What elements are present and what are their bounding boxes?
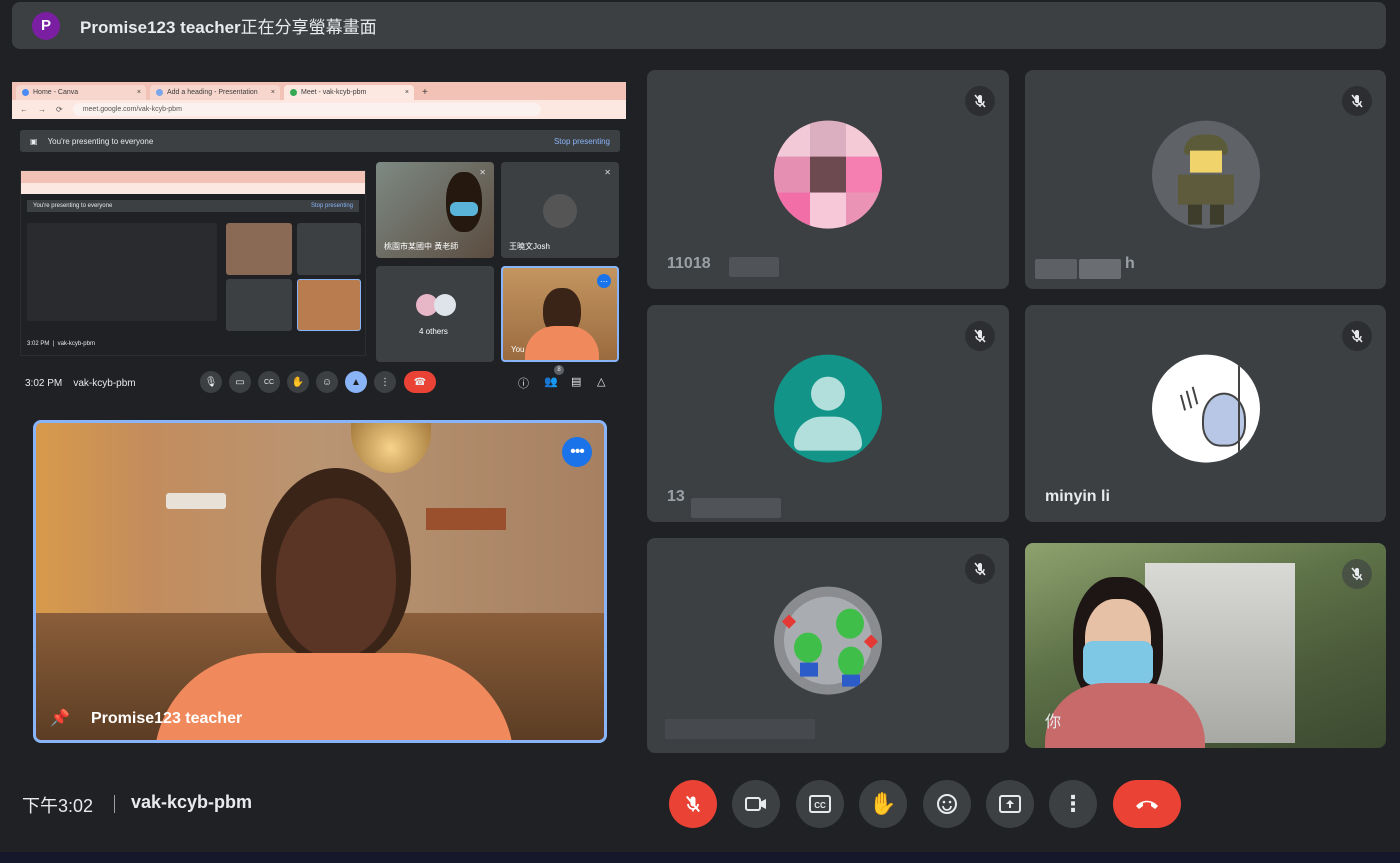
emoji-icon: ☺: [316, 371, 338, 393]
raise-hand-icon: ✋: [287, 371, 309, 393]
profile-avatar-soldier: [1151, 120, 1260, 229]
participant-name: 11018: [667, 255, 711, 272]
mic-muted-icon: [965, 86, 995, 116]
presenter-video-tile[interactable]: ••• 📌 Promise123 teacher: [33, 420, 607, 743]
new-tab-icon: +: [422, 87, 428, 98]
reload-icon: ⟳: [56, 105, 63, 114]
participant-name: 13: [667, 488, 685, 505]
people-icon: 👥: [544, 376, 558, 388]
self-tile-name: 你: [1045, 714, 1062, 731]
forward-icon: →: [38, 105, 46, 114]
address-bar: meet.google.com/vak-kcyb-pbm: [72, 103, 541, 116]
shared-screen[interactable]: Home - Canva × Add a heading - Presentati…: [12, 82, 626, 404]
people-count: 8: [554, 365, 564, 375]
more-options-icon: ⋮: [374, 371, 396, 393]
nested-footer: 3:02 PM | vak-kcyb-pbm: [27, 341, 95, 347]
activities-icon: △: [597, 376, 606, 388]
os-taskbar: [0, 852, 1400, 863]
participant-tile[interactable]: [647, 538, 1009, 753]
shared-meet-toolbar: 3:02 PM vak-kcyb-pbm 🎙 ▭ CC ✋ ☺ ▲ ⋮ ☎ ⓘ …: [12, 365, 626, 398]
alien-toys-avatar: [774, 586, 882, 695]
presenter-name: Promise123 teacher: [80, 18, 241, 37]
shared-tile-others: 4 others: [376, 266, 494, 362]
presenter-tile-name: Promise123 teacher: [91, 710, 243, 727]
mic-off-icon: [685, 795, 701, 813]
nested-screen-view: You're presenting to everyone Stop presen…: [20, 170, 366, 356]
present-screen-icon: ▲: [345, 371, 367, 393]
meeting-time: 下午3:02: [22, 796, 94, 816]
back-icon: ←: [20, 105, 28, 114]
status-text: 正在分享螢幕畫面: [240, 18, 377, 37]
mute-icon: ✕: [604, 168, 611, 177]
participant-name: h: [1125, 255, 1135, 272]
participant-name: minyin li: [1045, 488, 1110, 505]
browser-tab-meet: Meet - vak-kcyb-pbm ×: [284, 85, 414, 100]
mute-icon: ✕: [479, 168, 486, 177]
default-user-avatar-icon: [774, 354, 882, 463]
presenting-bar: ▣ You're presenting to everyone Stop pre…: [20, 130, 620, 152]
cartoon-avatar: [1151, 354, 1260, 463]
hang-up-icon: [1136, 800, 1158, 809]
chat-icon: ▤: [571, 376, 582, 388]
captions-button[interactable]: CC: [796, 780, 844, 828]
presenting-status: Promise123 teacher正在分享螢幕畫面: [80, 13, 377, 38]
presenting-banner: P Promise123 teacher正在分享螢幕畫面: [12, 2, 1386, 49]
meeting-control-bar: 下午3:02 vak-kcyb-pbm CC ✋ ⋮: [0, 770, 1400, 840]
more-vert-icon: ⋮: [1062, 791, 1084, 816]
captions-icon: CC: [809, 795, 831, 813]
mic-muted-icon: [1342, 321, 1372, 351]
participant-tile[interactable]: minyin li: [1025, 305, 1386, 522]
profile-avatar-pixelated: [774, 120, 882, 229]
camera-icon: ▭: [229, 371, 251, 393]
mic-icon: 🎙: [200, 371, 222, 393]
mic-muted-icon: [1342, 559, 1372, 589]
participant-tile[interactable]: 13: [647, 305, 1009, 522]
self-video-tile[interactable]: 你: [1025, 543, 1386, 748]
more-options-button[interactable]: ⋮: [1049, 780, 1097, 828]
microphone-toggle-button[interactable]: [669, 780, 717, 828]
nested-inner-view: [27, 223, 217, 321]
raise-hand-button[interactable]: ✋: [859, 780, 907, 828]
participant-tile[interactable]: 11018: [647, 70, 1009, 289]
hand-icon: ✋: [869, 791, 897, 816]
end-call-icon: ☎: [404, 371, 436, 393]
browser-address-row: ← → ⟳ meet.google.com/vak-kcyb-pbm: [12, 100, 626, 119]
shared-tile-you: ⋯ You: [501, 266, 619, 362]
tile-options-button[interactable]: •••: [562, 437, 592, 467]
browser-tab-presentation: Add a heading - Presentation ×: [150, 85, 280, 100]
captions-icon: CC: [258, 371, 280, 393]
leave-call-button[interactable]: [1113, 780, 1181, 828]
shared-code: vak-kcyb-pbm: [73, 377, 136, 389]
divider: [114, 795, 115, 813]
shared-tile-josh: ✕ 王曉文Josh: [501, 162, 619, 258]
info-icon: ⓘ: [518, 378, 529, 390]
browser-tab-strip: Home - Canva × Add a heading - Presentati…: [12, 82, 626, 100]
svg-text:CC: CC: [814, 801, 826, 810]
meeting-code: vak-kcyb-pbm: [131, 792, 253, 812]
pin-icon: 📌: [50, 710, 70, 727]
present-screen-icon: [999, 795, 1021, 813]
reactions-button[interactable]: [923, 780, 971, 828]
browser-tab-canva: Home - Canva ×: [16, 85, 146, 100]
participant-tile[interactable]: h: [1025, 70, 1386, 289]
video-camera-icon: [745, 797, 766, 811]
present-now-button[interactable]: [986, 780, 1034, 828]
emoji-icon: [937, 794, 957, 814]
mic-muted-icon: [965, 321, 995, 351]
present-icon: ▣: [30, 136, 38, 146]
camera-toggle-button[interactable]: [732, 780, 780, 828]
shared-tile-teacher: ✕ 桃園市某國中 黃老師: [376, 162, 494, 258]
mic-muted-icon: [965, 554, 995, 584]
presenter-avatar: P: [32, 11, 60, 40]
mic-muted-icon: [1342, 86, 1372, 116]
stop-presenting-link: Stop presenting: [553, 136, 610, 146]
presenting-text: You're presenting to everyone: [47, 136, 154, 146]
shared-time: 3:02 PM: [25, 377, 63, 389]
